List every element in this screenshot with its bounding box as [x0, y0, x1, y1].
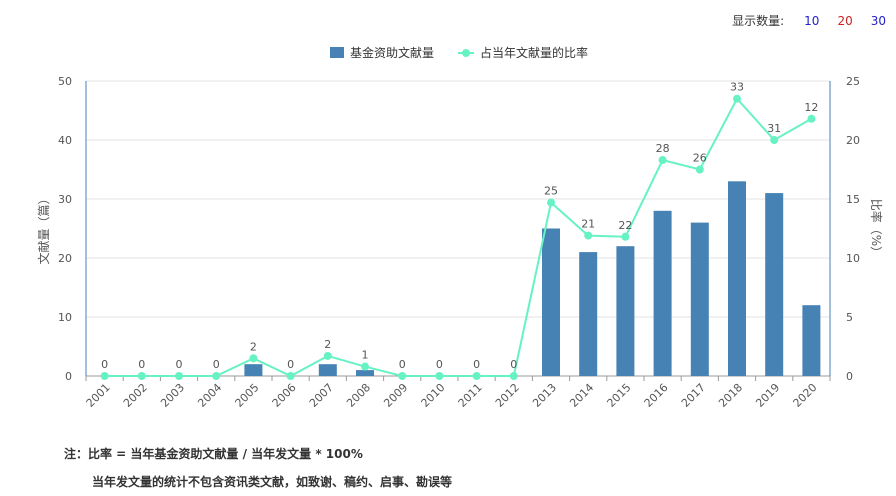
- bar-value-label: 33: [730, 81, 744, 94]
- ratio-point: [584, 231, 593, 240]
- x-tick-label: 2012: [493, 381, 522, 410]
- bar-value-label: 25: [544, 185, 558, 198]
- x-tick-label: 2003: [158, 381, 187, 410]
- x-tick-label: 2008: [344, 381, 373, 410]
- y-right-tick-label: 10: [846, 252, 860, 265]
- x-tick-label: 2007: [307, 381, 336, 410]
- y-right-tick-label: 5: [846, 311, 853, 324]
- bar: [765, 193, 784, 376]
- bar-value-label: 2: [250, 340, 257, 353]
- ratio-point: [547, 198, 555, 207]
- bar: [542, 228, 560, 376]
- ratio-point: [658, 156, 667, 165]
- x-tick-label: 2019: [753, 381, 782, 410]
- ratio-point: [100, 372, 109, 380]
- y-right-tick-label: 20: [846, 134, 860, 147]
- bar: [579, 252, 598, 376]
- y-left-tick-label: 0: [65, 370, 72, 383]
- bar-value-label: 0: [138, 358, 145, 371]
- legend-bar-label: 基金资助文献量: [350, 45, 434, 60]
- x-tick-label: 2011: [456, 381, 485, 410]
- y-right-tick-label: 0: [846, 370, 853, 383]
- bar-value-label: 0: [436, 358, 443, 371]
- y-left-axis-title: 文献量（篇）: [36, 192, 51, 264]
- x-tick-label: 2014: [567, 381, 596, 410]
- x-tick-label: 2002: [121, 381, 150, 410]
- ratio-point: [807, 114, 816, 123]
- ratio-point: [770, 136, 779, 144]
- bar: [653, 210, 672, 376]
- bar-value-label: 12: [804, 101, 818, 114]
- legend-line-marker: [462, 49, 470, 57]
- ratio-point: [695, 165, 704, 174]
- ratio-point: [509, 372, 518, 380]
- bar-value-label: 0: [287, 358, 294, 371]
- y-left-tick-label: 20: [58, 252, 72, 265]
- bar-value-label: 0: [510, 358, 517, 371]
- ratio-point: [435, 372, 444, 380]
- ratio-point: [621, 232, 630, 241]
- bar-value-label: 28: [656, 142, 670, 155]
- x-tick-label: 2016: [642, 381, 671, 410]
- legend-line-label: 占当年文献量的比率: [480, 45, 588, 60]
- bar-value-label: 31: [767, 122, 781, 135]
- note-exclusion: 当年发文量的统计不包含资讯类文献，如致谢、稿约、启事、勘误等: [92, 475, 453, 489]
- x-tick-label: 2010: [419, 381, 448, 410]
- x-tick-label: 2015: [605, 381, 634, 410]
- bar: [244, 364, 263, 376]
- x-tick-label: 2018: [716, 381, 745, 410]
- ratio-point: [249, 354, 258, 363]
- note-ratio-formula: 注：比率 = 当年基金资助文献量 / 当年发文量 * 100%: [64, 447, 363, 461]
- x-tick-label: 2001: [84, 381, 113, 410]
- bar: [356, 370, 374, 376]
- ratio-point: [212, 372, 221, 380]
- y-right-tick-label: 15: [846, 193, 860, 206]
- ratio-point: [286, 372, 295, 380]
- bar-value-label: 0: [101, 358, 108, 371]
- bar-value-label: 0: [213, 358, 220, 371]
- ratio-point: [137, 372, 146, 380]
- ratio-point: [472, 372, 481, 380]
- ratio-point: [323, 351, 332, 360]
- x-tick-label: 2005: [233, 381, 262, 410]
- bar-value-label: 22: [618, 219, 632, 232]
- bar-value-label: 2: [324, 338, 331, 351]
- bar: [728, 181, 746, 376]
- y-left-tick-label: 50: [58, 75, 72, 88]
- bar-value-label: 0: [473, 358, 480, 371]
- y-left-tick-label: 30: [58, 193, 72, 206]
- x-tick-label: 2017: [679, 381, 708, 410]
- bar: [318, 364, 337, 376]
- bar-value-label: 1: [362, 349, 369, 362]
- bar-value-label: 21: [581, 218, 595, 231]
- ratio-point: [733, 94, 741, 103]
- y-right-axis-title: 比率（%）: [869, 199, 884, 258]
- x-tick-label: 2009: [381, 381, 410, 410]
- combo-chart: 010203040500510152025文献量（篇） 比率（%）2001 2002…: [36, 45, 884, 410]
- ratio-point: [175, 372, 183, 380]
- bar-value-label: 0: [176, 358, 183, 371]
- bar-value-label: 26: [693, 152, 707, 165]
- legend-bar-swatch: [330, 47, 344, 58]
- y-right-tick-label: 25: [846, 75, 860, 88]
- x-tick-label: 2004: [195, 381, 224, 410]
- x-tick-label: 2020: [791, 381, 820, 410]
- bar-value-label: 0: [399, 358, 406, 371]
- y-left-tick-label: 40: [58, 134, 72, 147]
- bar: [690, 222, 709, 376]
- x-tick-label: 2006: [270, 381, 299, 410]
- y-left-tick-label: 10: [58, 311, 72, 324]
- bar: [802, 305, 821, 376]
- bar: [616, 246, 635, 376]
- ratio-point: [361, 362, 369, 371]
- x-tick-label: 2013: [530, 381, 559, 410]
- ratio-point: [398, 372, 407, 380]
